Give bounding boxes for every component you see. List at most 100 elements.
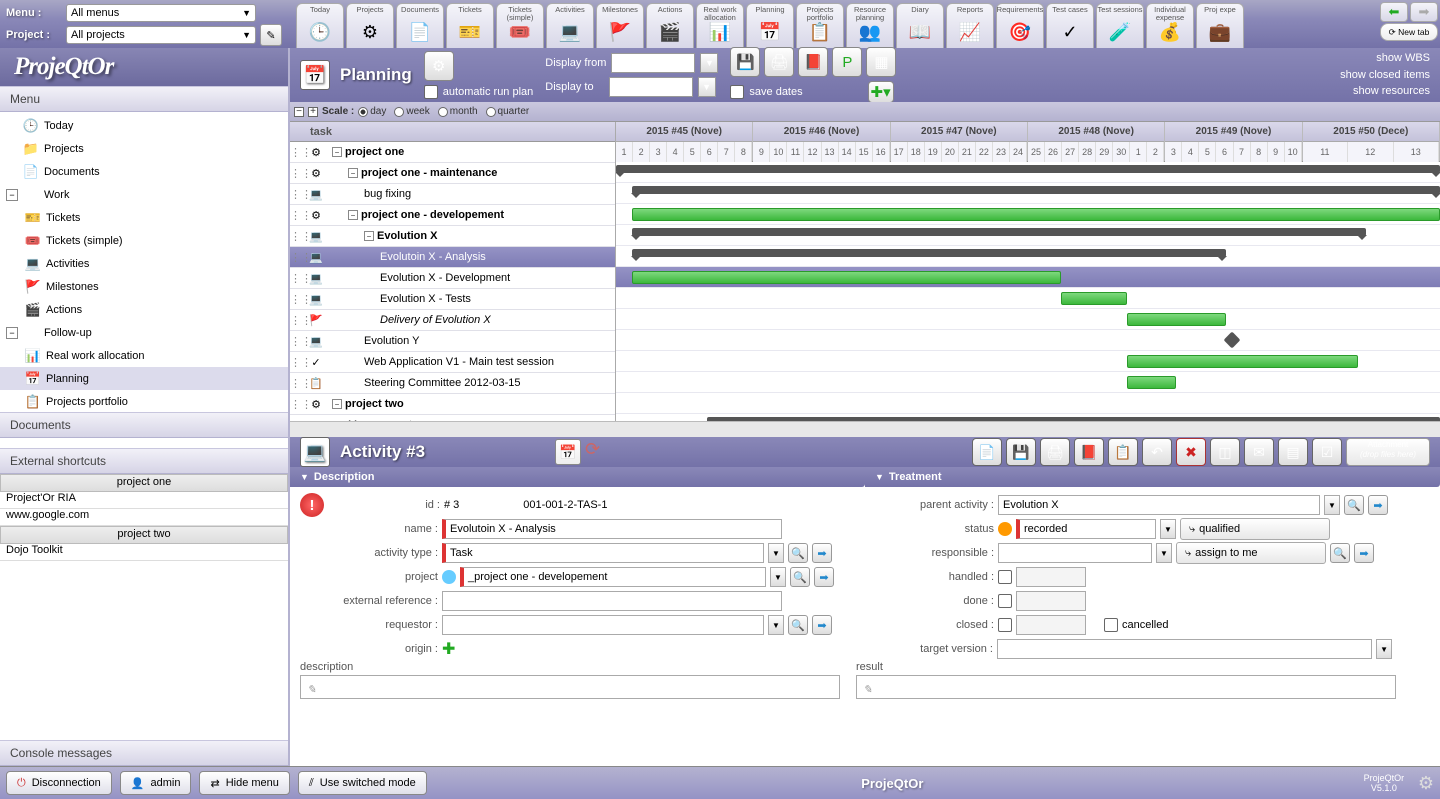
tab-tickets-simple-[interactable]: Tickets (simple)🎟️ [496,3,544,48]
task-row[interactable]: ⋮⋮⚙−project one [290,142,615,163]
search-icon[interactable]: 🔍 [788,615,808,635]
sidebar-item-milestones[interactable]: 🚩Milestones [0,275,288,298]
display-to-input[interactable] [609,77,693,97]
sidebar-item-today[interactable]: 🕒Today [0,114,288,137]
shortcut-link[interactable]: www.google.com [0,509,288,526]
tab-actions[interactable]: Actions🎬 [646,3,694,48]
tab-documents[interactable]: Documents📄 [396,3,444,48]
tab-test-cases[interactable]: Test cases✓ [1046,3,1094,48]
task-row[interactable]: ⋮⋮💻Evolution X - Development [290,268,615,289]
search-icon[interactable]: 🔍 [1330,543,1350,563]
nav-forward-icon[interactable]: ➡ [1410,2,1438,22]
user-button[interactable]: 👤admin [120,771,192,795]
mail-button[interactable]: ✉ [1244,438,1274,466]
sidebar-item-projects-portfolio[interactable]: 📋Projects portfolio [0,390,288,412]
collapse-all-icon[interactable]: − [294,107,304,117]
gantt-bar-row[interactable] [616,414,1440,421]
scale-day[interactable]: day [358,106,386,117]
shortcuts-section-header[interactable]: External shortcuts [0,448,288,474]
goto-icon[interactable]: ➡ [1368,495,1388,515]
gantt-bar-row[interactable] [616,309,1440,330]
tab-test-sessions[interactable]: Test sessions🧪 [1096,3,1144,48]
sidebar-item-planning[interactable]: 📅Planning [0,367,288,390]
tab-real-work-allocation[interactable]: Real work allocation📊 [696,3,744,48]
attachment-dropzone[interactable]: Attachment (drop files here) [1346,438,1430,466]
gantt-bar-row[interactable] [616,225,1440,246]
date-picker-icon[interactable]: ▼ [698,77,716,97]
show-closed-link[interactable]: show closed items [1340,67,1430,84]
shortcut-link[interactable]: Project'Or RIA [0,492,288,509]
show-wbs-link[interactable]: show WBS [1340,50,1430,67]
add-button[interactable]: ✚▾ [868,81,894,103]
shortcut-link[interactable]: Dojo Toolkit [0,544,288,561]
gantt-bar-row[interactable] [616,267,1440,288]
task-row[interactable]: ⋮⋮⚙−project one - maintenance [290,163,615,184]
cancelled-checkbox[interactable] [1104,618,1118,632]
project-select[interactable]: _project one - developement [460,567,766,587]
responsible-select[interactable] [998,543,1152,563]
goto-icon[interactable]: ➡ [814,567,834,587]
task-row[interactable]: ⋮⋮🚩Delivery of Evolution X [290,310,615,331]
gantt-bar-row[interactable] [616,204,1440,225]
gantt-bar-row[interactable] [616,372,1440,393]
calendar-icon[interactable]: 📅 [555,439,581,465]
checklist-button[interactable]: ☑ [1312,438,1342,466]
external-ref-input[interactable] [442,591,782,611]
gantt-bar-row[interactable] [616,288,1440,309]
tab-individual-expense[interactable]: Individual expense💰 [1146,3,1194,48]
task-row[interactable]: ⋮⋮💻bug fixing [290,184,615,205]
task-row[interactable]: ⋮⋮💻Evolution Y [290,331,615,352]
tab-requirements[interactable]: Requirements🎯 [996,3,1044,48]
sidebar-item-tickets[interactable]: 🎫Tickets [0,206,288,229]
new-button[interactable]: 📄 [972,438,1002,466]
save-button[interactable]: 💾 [730,47,760,77]
activity-type-select[interactable]: Task [442,543,764,563]
dropdown-icon[interactable]: ▼ [1376,639,1392,659]
search-icon[interactable]: 🔍 [788,543,808,563]
assign-to-me-button[interactable]: ⤷assign to me [1176,542,1326,564]
description-textarea[interactable]: ✎ [300,675,840,699]
hide-menu-button[interactable]: ⇄Hide menu [199,771,289,795]
requestor-select[interactable] [442,615,764,635]
scale-week[interactable]: week [394,106,429,117]
tab-tickets[interactable]: Tickets🎫 [446,3,494,48]
mspproject-button[interactable]: P [832,47,862,77]
task-row[interactable]: ⋮⋮💻−Evolution X [290,226,615,247]
pdf-button[interactable]: 📕 [798,47,828,77]
gantt-scrollbar[interactable] [290,421,1440,437]
task-row[interactable]: ⋮⋮⚙−project two [290,394,615,415]
result-textarea[interactable]: ✎ [856,675,1396,699]
task-row[interactable]: ⋮⋮⚙−project one - developement [290,205,615,226]
copy-button[interactable]: 📋 [1108,438,1138,466]
refresh-icon[interactable]: ⟳ [585,439,611,465]
tab-activities[interactable]: Activities💻 [546,3,594,48]
sidebar-item-documents[interactable]: 📄Documents [0,160,288,183]
new-tab-button[interactable]: ⟳ New tab [1380,23,1438,41]
print-detail-button[interactable]: 🖨 [1040,438,1070,466]
console-section-header[interactable]: Console messages [0,740,288,766]
dropdown-icon[interactable]: ▼ [1160,519,1176,539]
save-dates-checkbox[interactable] [730,85,744,99]
tab-milestones[interactable]: Milestones🚩 [596,3,644,48]
handled-checkbox[interactable] [998,570,1012,584]
task-row[interactable]: ⋮⋮💻Evolutoin X - Analysis [290,247,615,268]
target-version-select[interactable] [997,639,1372,659]
goto-icon[interactable]: ➡ [812,543,832,563]
sidebar-item-actions[interactable]: 🎬Actions [0,298,288,321]
gantt-bar-row[interactable] [616,246,1440,267]
display-from-input[interactable]: 26/10/2015 [611,53,695,73]
closed-checkbox[interactable] [998,618,1012,632]
status-select[interactable]: recorded [1016,519,1156,539]
tab-diary[interactable]: Diary📖 [896,3,944,48]
sidebar-item-projects[interactable]: 📁Projects [0,137,288,160]
print-button[interactable]: 🖨 [764,47,794,77]
gantt-bar-row[interactable] [616,330,1440,351]
search-icon[interactable]: 🔍 [790,567,810,587]
undo-button[interactable]: ↶ [1142,438,1172,466]
tab-planning[interactable]: Planning📅 [746,3,794,48]
search-icon[interactable]: 🔍 [1344,495,1364,515]
sidebar-item-follow-up[interactable]: −Follow-up [0,321,288,344]
treatment-section[interactable]: ▼Treatment [865,467,1440,487]
tab-reports[interactable]: Reports📈 [946,3,994,48]
dropdown-icon[interactable]: ▼ [1324,495,1340,515]
